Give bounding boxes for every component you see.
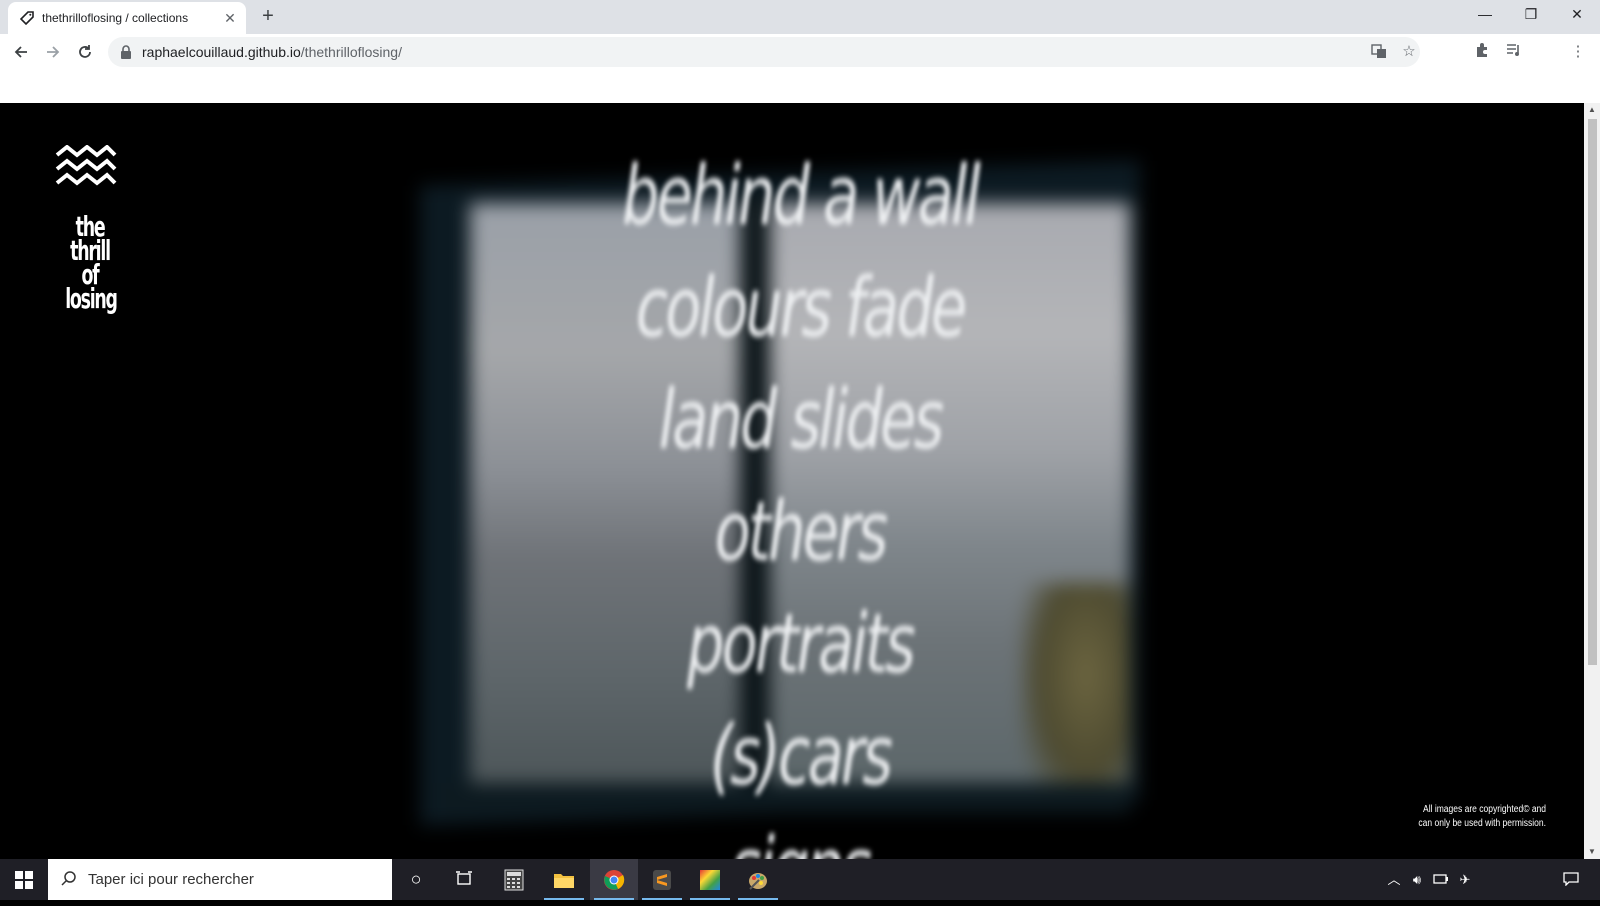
- windows-taskbar: Taper ici pour rechercher ○ ︿ 🔊︎ ✈︎: [0, 859, 1600, 900]
- collection-link-portraits[interactable]: portraits: [498, 589, 1103, 701]
- menu-kebab-icon[interactable]: ⋮: [1568, 42, 1588, 62]
- page-scrollbar[interactable]: ▲ ▼: [1584, 103, 1600, 859]
- copyright-notice: All images are copyrighted© and can only…: [1402, 803, 1546, 831]
- collection-link-scars[interactable]: (s)cars: [498, 701, 1103, 813]
- notification-center-icon[interactable]: [1556, 859, 1586, 900]
- minimize-button[interactable]: —: [1462, 0, 1508, 30]
- paint-icon[interactable]: [734, 859, 782, 900]
- translate-icon[interactable]: [1370, 43, 1388, 61]
- task-view-icon[interactable]: [440, 859, 488, 900]
- scroll-down-arrow-icon[interactable]: ▼: [1584, 845, 1600, 859]
- tab-strip: thethrilloflosing / collections ✕ + — ❐ …: [0, 0, 1600, 34]
- active-tab[interactable]: thethrilloflosing / collections ✕: [8, 2, 246, 34]
- window-close-button[interactable]: ✕: [1554, 0, 1600, 30]
- forward-arrow-icon: [47, 46, 60, 58]
- logo-line: losing: [65, 282, 118, 315]
- file-explorer-icon[interactable]: [540, 859, 588, 900]
- restore-button[interactable]: ❐: [1508, 0, 1554, 30]
- url-host: raphaelcouillaud.github.io: [142, 44, 301, 60]
- browser-toolbar: raphaelcouillaud.github.io/thethrilloflo…: [0, 34, 1600, 70]
- taskbar-search-box[interactable]: Taper ici pour rechercher: [48, 859, 392, 900]
- address-bar[interactable]: raphaelcouillaud.github.io/thethrilloflo…: [108, 37, 1420, 67]
- bookmark-star-icon[interactable]: ☆: [1400, 43, 1418, 61]
- scrollbar-thumb[interactable]: [1588, 119, 1597, 665]
- url-path: /thethrilloflosing/: [300, 44, 402, 60]
- sublime-icon[interactable]: [638, 859, 686, 900]
- volume-icon[interactable]: 🔊︎: [1406, 859, 1428, 900]
- collection-link-signs[interactable]: signs: [498, 813, 1103, 859]
- collections-menu: behind a wall colours fade land slides o…: [380, 141, 1220, 859]
- color-app-icon[interactable]: [686, 859, 734, 900]
- page-viewport: the thrill of losing behind a wall colou…: [0, 103, 1584, 859]
- new-tab-button[interactable]: +: [258, 6, 278, 26]
- chrome-icon[interactable]: [590, 859, 638, 900]
- extensions-icon[interactable]: [1472, 42, 1492, 62]
- back-arrow-icon: [14, 46, 27, 58]
- forward-button[interactable]: [40, 39, 66, 65]
- search-icon: [61, 871, 76, 886]
- scroll-up-arrow-icon[interactable]: ▲: [1584, 103, 1600, 117]
- bookmark-bar: [0, 70, 1600, 103]
- tab-close-icon[interactable]: ✕: [222, 10, 238, 26]
- copyright-line: All images are copyrighted© and: [1423, 804, 1546, 815]
- windows-logo-icon: [15, 871, 33, 889]
- battery-icon[interactable]: [1430, 859, 1452, 900]
- calculator-icon[interactable]: [490, 859, 538, 900]
- tag-icon: [20, 11, 34, 25]
- search-placeholder: Taper ici pour rechercher: [88, 871, 254, 888]
- waves-logo-icon[interactable]: [55, 145, 117, 193]
- reload-button[interactable]: [72, 39, 98, 65]
- url-text[interactable]: raphaelcouillaud.github.io/thethrilloflo…: [142, 44, 402, 60]
- tab-title: thethrilloflosing / collections: [42, 11, 189, 25]
- collection-link-behind-a-wall[interactable]: behind a wall: [498, 141, 1103, 253]
- lock-icon: [121, 45, 131, 59]
- copyright-line: can only be used with permission.: [1418, 818, 1546, 829]
- collection-link-others[interactable]: others: [498, 477, 1103, 589]
- back-button[interactable]: [8, 39, 34, 65]
- media-control-icon[interactable]: [1504, 42, 1524, 62]
- collection-link-land-slides[interactable]: land slides: [498, 365, 1103, 477]
- reload-icon: [79, 45, 91, 58]
- start-button[interactable]: [0, 859, 48, 900]
- cortana-icon[interactable]: ○: [392, 859, 440, 900]
- tray-chevron-up-icon[interactable]: ︿: [1384, 859, 1404, 900]
- site-logo-text[interactable]: the thrill of losing: [50, 213, 130, 315]
- taskbar-clock[interactable]: [1470, 865, 1540, 893]
- collection-link-colours-fade[interactable]: colours fade: [498, 253, 1103, 365]
